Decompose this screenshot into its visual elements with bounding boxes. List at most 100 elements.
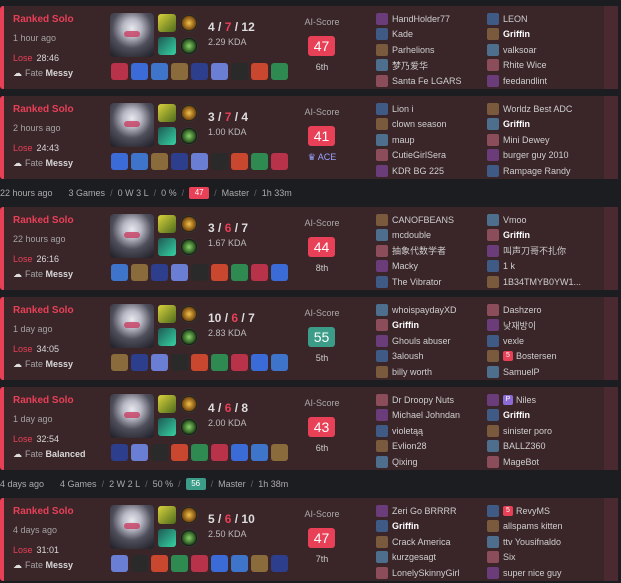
item-icon[interactable] bbox=[211, 153, 228, 170]
champion-portrait[interactable] bbox=[110, 13, 154, 57]
player-row[interactable]: Zeri Go BRRRR bbox=[376, 503, 486, 519]
item-icon[interactable] bbox=[171, 63, 188, 80]
summoner-spell-icon[interactable] bbox=[158, 104, 176, 122]
player-row[interactable]: clown season bbox=[376, 117, 486, 133]
item-icon[interactable] bbox=[151, 354, 168, 371]
secondary-rune-icon[interactable] bbox=[180, 238, 198, 256]
item-icon[interactable] bbox=[251, 444, 268, 461]
player-row[interactable]: Vmoo bbox=[487, 212, 597, 228]
summoner-spell-icon[interactable] bbox=[158, 395, 176, 413]
player-row[interactable]: billy worth bbox=[376, 364, 486, 380]
player-row[interactable]: The Vibrator bbox=[376, 274, 486, 290]
keystone-rune-icon[interactable] bbox=[180, 215, 198, 233]
secondary-rune-icon[interactable] bbox=[180, 328, 198, 346]
player-row[interactable]: Parhelions bbox=[376, 42, 486, 58]
summoner-spell-icon[interactable] bbox=[158, 215, 176, 233]
item-icon[interactable] bbox=[171, 444, 188, 461]
player-row[interactable]: Rampage Randy bbox=[487, 163, 597, 179]
player-row[interactable]: Griffin bbox=[487, 117, 597, 133]
player-row[interactable]: LonelySkinnyGirl bbox=[376, 565, 486, 581]
item-icon[interactable] bbox=[271, 555, 288, 572]
player-row[interactable]: 5 RevyMS bbox=[487, 503, 597, 519]
champion-portrait[interactable] bbox=[110, 214, 154, 258]
item-icon[interactable] bbox=[191, 444, 208, 461]
item-icon[interactable] bbox=[151, 63, 168, 80]
player-row[interactable]: Macky bbox=[376, 259, 486, 275]
player-row[interactable]: Worldz Best ADC bbox=[487, 101, 597, 117]
player-row[interactable]: Santa Fe LGARS bbox=[376, 73, 486, 89]
player-row[interactable]: Dashzero bbox=[487, 302, 597, 318]
player-row[interactable]: Evlion28 bbox=[376, 439, 486, 455]
player-row[interactable]: sinister poro bbox=[487, 423, 597, 439]
match-card[interactable]: Ranked Solo 22 hours ago Lose 26:16 ☁ Fate Me… bbox=[0, 207, 618, 290]
player-row[interactable]: 5 Bostersen bbox=[487, 349, 597, 365]
item-icon[interactable] bbox=[111, 264, 128, 281]
item-icon[interactable] bbox=[191, 354, 208, 371]
player-row[interactable]: Qixing bbox=[376, 454, 486, 470]
item-icon[interactable] bbox=[251, 153, 268, 170]
secondary-rune-icon[interactable] bbox=[180, 127, 198, 145]
item-icon[interactable] bbox=[171, 264, 188, 281]
summoner-spell-icon[interactable] bbox=[158, 14, 176, 32]
player-row[interactable]: Mini Dewey bbox=[487, 132, 597, 148]
item-icon[interactable] bbox=[231, 264, 248, 281]
player-row[interactable]: 1B34TMYB0YW1... bbox=[487, 274, 597, 290]
player-row[interactable]: Kade bbox=[376, 27, 486, 43]
item-icon[interactable] bbox=[231, 153, 248, 170]
match-card[interactable]: Ranked Solo 4 days ago Lose 31:01 ☁ Fate Mess… bbox=[0, 498, 618, 581]
item-icon[interactable] bbox=[251, 555, 268, 572]
item-icon[interactable] bbox=[211, 555, 228, 572]
item-icon[interactable] bbox=[131, 264, 148, 281]
player-row[interactable]: KDR BG 225 bbox=[376, 163, 486, 179]
player-row[interactable]: SamuelP bbox=[487, 364, 597, 380]
player-row[interactable]: HandHolder77 bbox=[376, 11, 486, 27]
player-row[interactable]: CutieGirlSera bbox=[376, 148, 486, 164]
player-row[interactable]: 梦乃爱华 bbox=[376, 58, 486, 74]
item-icon[interactable] bbox=[191, 153, 208, 170]
item-icon[interactable] bbox=[171, 555, 188, 572]
item-icon[interactable] bbox=[171, 354, 188, 371]
player-row[interactable]: Griffin bbox=[376, 318, 486, 334]
expand-button[interactable] bbox=[604, 207, 618, 290]
item-icon[interactable] bbox=[211, 264, 228, 281]
player-row[interactable]: 낮재방이 bbox=[487, 318, 597, 334]
item-icon[interactable] bbox=[151, 264, 168, 281]
item-icon[interactable] bbox=[271, 63, 288, 80]
match-card[interactable]: Ranked Solo 1 day ago Lose 32:54 ☁ Fate Balan… bbox=[0, 387, 618, 470]
item-icon[interactable] bbox=[131, 354, 148, 371]
keystone-rune-icon[interactable] bbox=[180, 14, 198, 32]
player-row[interactable]: MageBot bbox=[487, 454, 597, 470]
player-row[interactable]: P Niles bbox=[487, 392, 597, 408]
champion-portrait[interactable] bbox=[110, 304, 154, 348]
item-icon[interactable] bbox=[271, 444, 288, 461]
item-icon[interactable] bbox=[191, 264, 208, 281]
champion-portrait[interactable] bbox=[110, 103, 154, 147]
item-icon[interactable] bbox=[211, 354, 228, 371]
item-icon[interactable] bbox=[251, 63, 268, 80]
item-icon[interactable] bbox=[211, 444, 228, 461]
player-row[interactable]: Griffin bbox=[487, 408, 597, 424]
player-row[interactable]: valksoar bbox=[487, 42, 597, 58]
champion-portrait[interactable] bbox=[110, 394, 154, 438]
player-row[interactable]: maup bbox=[376, 132, 486, 148]
player-row[interactable]: Griffin bbox=[487, 27, 597, 43]
player-row[interactable]: kurzgesagt bbox=[376, 550, 486, 566]
match-card[interactable]: Ranked Solo 2 hours ago Lose 24:43 ☁ Fate Mes… bbox=[0, 96, 618, 179]
player-row[interactable]: burger guy 2010 bbox=[487, 148, 597, 164]
keystone-rune-icon[interactable] bbox=[180, 395, 198, 413]
item-icon[interactable] bbox=[111, 63, 128, 80]
item-icon[interactable] bbox=[131, 153, 148, 170]
item-icon[interactable] bbox=[251, 264, 268, 281]
item-icon[interactable] bbox=[111, 153, 128, 170]
keystone-rune-icon[interactable] bbox=[180, 506, 198, 524]
summoner-spell-icon[interactable] bbox=[158, 328, 176, 346]
item-icon[interactable] bbox=[211, 63, 228, 80]
item-icon[interactable] bbox=[231, 354, 248, 371]
match-card[interactable]: Ranked Solo 1 hour ago Lose 28:46 ☁ Fate Mess… bbox=[0, 6, 618, 89]
player-row[interactable]: ttv Yousifnaldo bbox=[487, 534, 597, 550]
secondary-rune-icon[interactable] bbox=[180, 529, 198, 547]
item-icon[interactable] bbox=[151, 555, 168, 572]
summoner-spell-icon[interactable] bbox=[158, 127, 176, 145]
item-icon[interactable] bbox=[111, 444, 128, 461]
item-icon[interactable] bbox=[111, 354, 128, 371]
